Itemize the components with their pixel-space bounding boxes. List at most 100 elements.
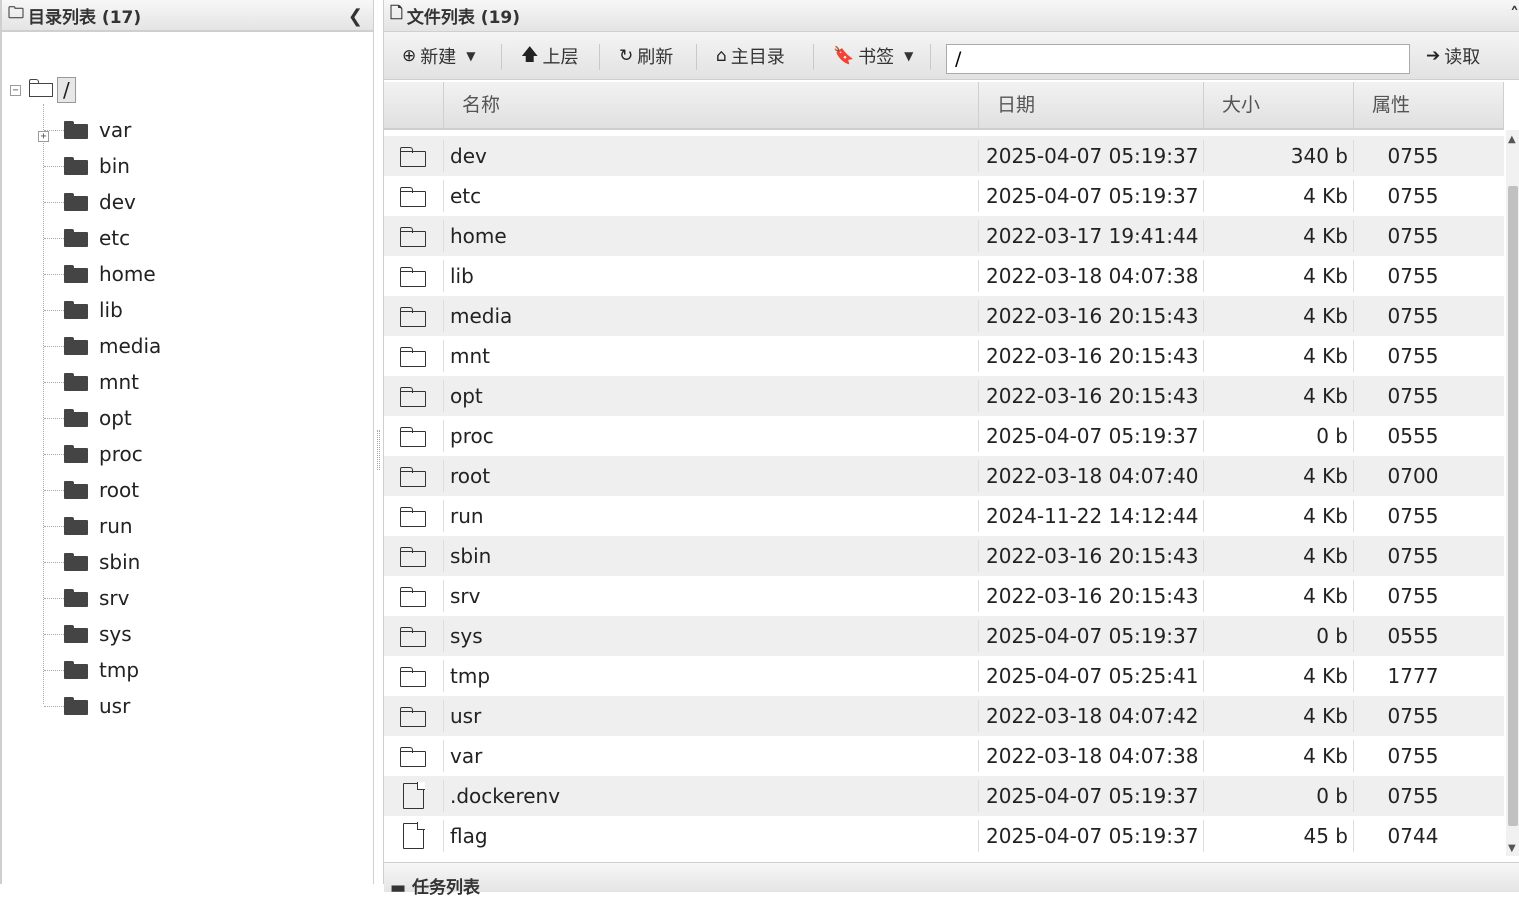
path-input[interactable] <box>946 44 1410 74</box>
home-dir-button[interactable]: ⌂ 主目录 <box>716 42 785 70</box>
file-attr[interactable]: 0755 <box>1368 256 1458 296</box>
file-row[interactable]: srv 2022-03-16 20:15:43 4 Kb 0755 <box>384 576 1504 616</box>
file-row[interactable]: home 2022-03-17 19:41:44 4 Kb 0755 <box>384 216 1504 256</box>
column-header-attr[interactable]: 属性 <box>1354 82 1504 128</box>
file-attr[interactable]: 0744 <box>1368 816 1458 856</box>
file-name[interactable]: dev <box>450 136 487 176</box>
up-level-button[interactable]: 🡅 上层 <box>521 42 578 70</box>
file-attr[interactable]: 0755 <box>1368 336 1458 376</box>
tree-item[interactable]: home <box>38 256 156 292</box>
file-row[interactable]: opt 2022-03-16 20:15:43 4 Kb 0755 <box>384 376 1504 416</box>
file-attr[interactable]: 0755 <box>1368 216 1458 256</box>
file-row[interactable]: sys 2025-04-07 05:19:37 0 b 0555 <box>384 616 1504 656</box>
file-attr[interactable]: 0755 <box>1368 536 1458 576</box>
file-row[interactable]: sbin 2022-03-16 20:15:43 4 Kb 0755 <box>384 536 1504 576</box>
tree-item[interactable]: lib <box>38 292 123 328</box>
file-name[interactable]: home <box>450 216 507 256</box>
tree-item[interactable]: bin <box>38 148 130 184</box>
file-name[interactable]: var <box>450 736 482 776</box>
file-row[interactable]: proc 2025-04-07 05:19:37 0 b 0555 <box>384 416 1504 456</box>
file-attr[interactable]: 0755 <box>1368 576 1458 616</box>
tree-item[interactable]: usr <box>38 688 130 724</box>
file-attr[interactable]: 0755 <box>1368 696 1458 736</box>
file-row[interactable]: flag 2025-04-07 05:19:37 45 b 0744 <box>384 816 1504 856</box>
file-row[interactable]: dev 2025-04-07 05:19:37 340 b 0755 <box>384 136 1504 176</box>
file-row[interactable]: usr 2022-03-18 04:07:42 4 Kb 0755 <box>384 696 1504 736</box>
tree-item[interactable]: srv <box>38 580 129 616</box>
splitter-handle[interactable] <box>377 430 380 470</box>
tree-item[interactable]: tmp <box>38 652 139 688</box>
file-grid-scrollbar[interactable]: ▲ ▼ <box>1506 130 1519 856</box>
column-header-name[interactable]: 名称 <box>444 82 979 128</box>
file-size: 4 Kb <box>1303 344 1348 368</box>
tree-item[interactable]: dev <box>38 184 136 220</box>
expand-toggle-icon[interactable]: + <box>38 131 49 142</box>
file-name[interactable]: mnt <box>450 336 490 376</box>
file-attr[interactable]: 0755 <box>1368 176 1458 216</box>
tree-item[interactable]: sbin <box>38 544 140 580</box>
tree-item-label: etc <box>99 226 131 250</box>
new-button[interactable]: ⊕ 新建 ▼ <box>402 42 475 70</box>
file-name[interactable]: tmp <box>450 656 490 696</box>
file-name[interactable]: .dockerenv <box>450 776 560 816</box>
file-attr[interactable]: 0755 <box>1368 496 1458 536</box>
file-row[interactable]: run 2024-11-22 14:12:44 4 Kb 0755 <box>384 496 1504 536</box>
file-name[interactable]: media <box>450 296 512 336</box>
chevron-left-icon[interactable]: ❮ <box>348 6 363 27</box>
collapse-toggle-icon[interactable]: − <box>10 84 21 96</box>
tree-item-label: root <box>99 478 140 502</box>
read-button[interactable]: ➔ 读取 <box>1426 42 1480 70</box>
tree-item[interactable]: sys <box>38 616 132 652</box>
folder-icon <box>64 301 88 319</box>
column-header-size[interactable]: 大小 <box>1204 82 1354 128</box>
file-name[interactable]: sbin <box>450 536 491 576</box>
file-name[interactable]: run <box>450 496 484 536</box>
column-header-date[interactable]: 日期 <box>979 82 1204 128</box>
tree-item[interactable]: mnt <box>38 364 139 400</box>
file-attr[interactable]: 1777 <box>1368 656 1458 696</box>
file-attr[interactable]: 0555 <box>1368 616 1458 656</box>
file-name[interactable]: usr <box>450 696 481 736</box>
scrollbar-thumb[interactable] <box>1508 186 1518 826</box>
tree-item[interactable]: + var <box>38 112 131 148</box>
file-attr[interactable]: 0555 <box>1368 416 1458 456</box>
file-attr[interactable]: 0755 <box>1368 136 1458 176</box>
file-attr[interactable]: 0755 <box>1368 376 1458 416</box>
tree-item[interactable]: opt <box>38 400 132 436</box>
tree-item[interactable]: media <box>38 328 161 364</box>
tree-guide-line <box>44 633 64 635</box>
tree-root[interactable]: − / <box>10 76 76 104</box>
tree-item[interactable]: run <box>38 508 133 544</box>
tree-root-label[interactable]: / <box>57 77 76 103</box>
chevron-up-icon[interactable]: ˄ <box>1510 4 1519 25</box>
folder-outline-icon <box>400 707 426 727</box>
file-attr[interactable]: 0755 <box>1368 296 1458 336</box>
bookmark-button[interactable]: 🔖 书签 ▼ <box>833 42 913 70</box>
tree-guide-line <box>44 453 64 455</box>
scroll-down-arrow-icon[interactable]: ▼ <box>1508 843 1516 854</box>
file-row[interactable]: root 2022-03-18 04:07:40 4 Kb 0700 <box>384 456 1504 496</box>
file-name[interactable]: flag <box>450 816 488 856</box>
file-attr[interactable]: 0755 <box>1368 736 1458 776</box>
tree-item[interactable]: etc <box>38 220 130 256</box>
file-row[interactable]: .dockerenv 2025-04-07 05:19:37 0 b 0755 <box>384 776 1504 816</box>
tree-item[interactable]: proc <box>38 436 143 472</box>
file-name[interactable]: etc <box>450 176 481 216</box>
file-name[interactable]: sys <box>450 616 483 656</box>
file-name[interactable]: lib <box>450 256 474 296</box>
file-attr[interactable]: 0700 <box>1368 456 1458 496</box>
file-name[interactable]: opt <box>450 376 483 416</box>
file-name[interactable]: srv <box>450 576 480 616</box>
file-row[interactable]: etc 2025-04-07 05:19:37 4 Kb 0755 <box>384 176 1504 216</box>
file-row[interactable]: lib 2022-03-18 04:07:38 4 Kb 0755 <box>384 256 1504 296</box>
file-row[interactable]: media 2022-03-16 20:15:43 4 Kb 0755 <box>384 296 1504 336</box>
file-name[interactable]: proc <box>450 416 494 456</box>
file-row[interactable]: var 2022-03-18 04:07:38 4 Kb 0755 <box>384 736 1504 776</box>
file-row[interactable]: tmp 2025-04-07 05:25:41 4 Kb 1777 <box>384 656 1504 696</box>
scroll-up-arrow-icon[interactable]: ▲ <box>1508 134 1516 145</box>
tree-item[interactable]: root <box>38 472 139 508</box>
file-attr[interactable]: 0755 <box>1368 776 1458 816</box>
refresh-button[interactable]: ↻ 刷新 <box>619 42 673 70</box>
file-name[interactable]: root <box>450 456 490 496</box>
file-row[interactable]: mnt 2022-03-16 20:15:43 4 Kb 0755 <box>384 336 1504 376</box>
